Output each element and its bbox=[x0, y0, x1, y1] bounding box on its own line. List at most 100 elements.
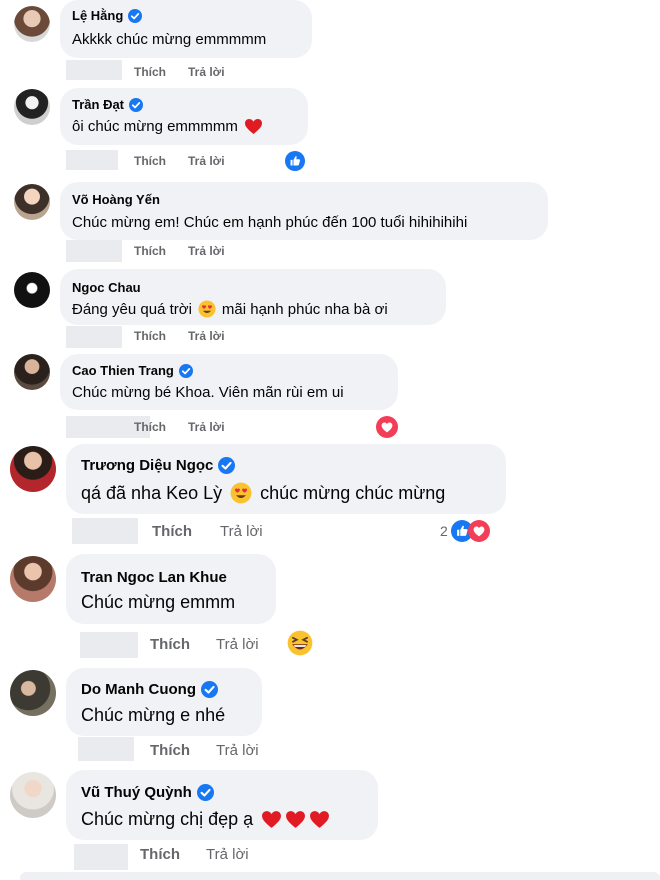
comment-text-before: Đáng yêu quá trời bbox=[72, 300, 192, 318]
avatar[interactable] bbox=[14, 89, 50, 125]
timestamp-placeholder bbox=[66, 326, 122, 348]
next-comment-edge bbox=[20, 872, 660, 880]
reply-button[interactable]: Trả lời bbox=[188, 65, 225, 79]
comment-text-content: Chúc mừng chị đẹp ạ bbox=[81, 809, 254, 829]
timestamp-placeholder bbox=[66, 240, 122, 262]
comment-text: Akkkk chúc mừng emmmmm bbox=[72, 31, 267, 48]
like-button[interactable]: Thích bbox=[134, 154, 166, 168]
comment-7: Tran Ngoc Lan Khue Chúc mừng emmm Thích … bbox=[0, 550, 660, 662]
verified-badge-icon bbox=[201, 681, 218, 698]
timestamp-placeholder bbox=[66, 60, 122, 80]
reply-button[interactable]: Trả lời bbox=[188, 329, 225, 343]
comment-1: Lệ Hằng Akkkk chúc mừng emmmmm Thích Trả… bbox=[0, 0, 660, 88]
commenter-name[interactable]: Trần Đạt bbox=[72, 97, 143, 112]
commenter-name[interactable]: Lệ Hằng bbox=[72, 8, 142, 23]
comment-bubble: Cao Thien Trang Chúc mừng bé Khoa. Viên … bbox=[60, 354, 398, 410]
comment-text: Chúc mừng e nhé bbox=[81, 705, 226, 725]
avatar[interactable] bbox=[10, 670, 56, 716]
heart-emoji-icon bbox=[244, 118, 263, 135]
commenter-name[interactable]: Tran Ngoc Lan Khue bbox=[81, 569, 227, 586]
comment-text: Chúc mừng em! Chúc em hạnh phúc đến 100 … bbox=[72, 214, 468, 231]
comment-2: Trần Đạt ôi chúc mừng emmmmm Thích Trả l… bbox=[0, 88, 660, 178]
avatar[interactable] bbox=[14, 184, 50, 220]
comment-text: Chúc mừng emmm bbox=[81, 592, 236, 612]
avatar[interactable] bbox=[14, 272, 50, 308]
timestamp-placeholder bbox=[66, 150, 118, 170]
like-button[interactable]: Thích bbox=[140, 846, 180, 863]
verified-badge-icon bbox=[128, 9, 142, 23]
reply-button[interactable]: Trả lời bbox=[206, 846, 249, 863]
commenter-name[interactable]: Cao Thien Trang bbox=[72, 363, 193, 378]
commenter-name[interactable]: Võ Hoàng Yến bbox=[72, 192, 160, 207]
comment-bubble: Ngoc Chau Đáng yêu quá trời mãi hạnh phúc… bbox=[60, 269, 446, 325]
comment-text-content: ôi chúc mừng emmmmm bbox=[72, 118, 238, 135]
like-reaction-icon[interactable] bbox=[285, 151, 305, 171]
comment-text-before: qá đã nha Keo Lỳ bbox=[81, 482, 223, 503]
commenter-name[interactable]: Ngoc Chau bbox=[72, 280, 141, 295]
verified-badge-icon bbox=[129, 98, 143, 112]
like-button[interactable]: Thích bbox=[152, 523, 192, 540]
avatar[interactable] bbox=[14, 6, 50, 42]
comment-bubble: Trương Diệu Ngọc qá đã nha Keo Lỳ chúc mừ… bbox=[66, 444, 506, 514]
comment-text: Đáng yêu quá trời mãi hạnh phúc nha bà ơi bbox=[72, 300, 388, 318]
like-button[interactable]: Thích bbox=[134, 420, 166, 434]
comment-text: qá đã nha Keo Lỳ chúc mừng chúc mừng bbox=[81, 482, 445, 504]
verified-badge-icon bbox=[179, 364, 193, 378]
verified-badge-icon bbox=[197, 784, 214, 801]
love-reaction-icon[interactable] bbox=[376, 416, 398, 438]
timestamp-placeholder bbox=[74, 844, 128, 870]
avatar[interactable] bbox=[10, 446, 56, 492]
like-button[interactable]: Thích bbox=[134, 65, 166, 79]
love-reaction-icon bbox=[468, 520, 490, 542]
comment-9: Vũ Thuý Quỳnh Chúc mừng chị đẹp ạ Thích … bbox=[0, 766, 660, 880]
comment-6: Trương Diệu Ngọc qá đã nha Keo Lỳ chúc mừ… bbox=[0, 440, 660, 550]
commenter-name-text: Vũ Thuý Quỳnh bbox=[81, 784, 192, 801]
comment-bubble: Do Manh Cuong Chúc mừng e nhé bbox=[66, 668, 262, 736]
reply-button[interactable]: Trả lời bbox=[216, 636, 259, 653]
reply-button[interactable]: Trả lời bbox=[216, 742, 259, 759]
reply-button[interactable]: Trả lời bbox=[188, 244, 225, 258]
comment-bubble: Lệ Hằng Akkkk chúc mừng emmmmm bbox=[60, 0, 312, 58]
comment-text: Chúc mừng bé Khoa. Viên mãn rùi em ui bbox=[72, 384, 344, 401]
comment-bubble: Tran Ngoc Lan Khue Chúc mừng emmm bbox=[66, 554, 276, 624]
heart-eyes-emoji-icon bbox=[230, 482, 252, 504]
verified-badge-icon bbox=[218, 457, 235, 474]
comment-8: Do Manh Cuong Chúc mừng e nhé Thích Trả … bbox=[0, 662, 660, 766]
avatar[interactable] bbox=[14, 354, 50, 390]
reaction-count: 2 bbox=[440, 523, 448, 539]
reply-button[interactable]: Trả lời bbox=[188, 154, 225, 168]
comment-bubble: Trần Đạt ôi chúc mừng emmmmm bbox=[60, 88, 308, 145]
comment-4: Ngoc Chau Đáng yêu quá trời mãi hạnh phúc… bbox=[0, 266, 660, 350]
heart-emoji-icon bbox=[285, 810, 306, 829]
avatar[interactable] bbox=[10, 772, 56, 818]
heart-eyes-emoji-icon bbox=[198, 300, 216, 318]
commenter-name[interactable]: Do Manh Cuong bbox=[81, 681, 218, 698]
comment-text-after: chúc mừng chúc mừng bbox=[260, 482, 446, 503]
reply-button[interactable]: Trả lời bbox=[220, 523, 263, 540]
reaction-summary[interactable]: 2 bbox=[440, 520, 490, 542]
reply-button[interactable]: Trả lời bbox=[188, 420, 225, 434]
like-button[interactable]: Thích bbox=[134, 244, 166, 258]
commenter-name[interactable]: Vũ Thuý Quỳnh bbox=[81, 784, 214, 801]
like-button[interactable]: Thích bbox=[150, 742, 190, 759]
grinning-squint-emoji-icon[interactable] bbox=[287, 630, 313, 656]
comment-text-after: mãi hạnh phúc nha bà ơi bbox=[221, 300, 388, 318]
commenter-name-text: Do Manh Cuong bbox=[81, 681, 196, 698]
commenter-name-text: Lệ Hằng bbox=[72, 8, 124, 23]
commenter-name[interactable]: Trương Diệu Ngọc bbox=[81, 457, 235, 474]
comment-text: Chúc mừng chị đẹp ạ bbox=[81, 809, 330, 830]
like-button[interactable]: Thích bbox=[150, 636, 190, 653]
commenter-name-text: Trần Đạt bbox=[72, 97, 125, 112]
commenter-name-text: Trương Diệu Ngọc bbox=[81, 457, 214, 474]
like-button[interactable]: Thích bbox=[134, 329, 166, 343]
comment-text: ôi chúc mừng emmmmm bbox=[72, 118, 263, 135]
commenter-name-text: Cao Thien Trang bbox=[72, 363, 174, 378]
comment-5: Cao Thien Trang Chúc mừng bé Khoa. Viên … bbox=[0, 350, 660, 440]
comment-bubble: Võ Hoàng Yến Chúc mừng em! Chúc em hạnh … bbox=[60, 182, 548, 240]
heart-emoji-icon bbox=[261, 810, 282, 829]
comment-3: Võ Hoàng Yến Chúc mừng em! Chúc em hạnh … bbox=[0, 178, 660, 266]
avatar[interactable] bbox=[10, 556, 56, 602]
heart-emoji-icon bbox=[309, 810, 330, 829]
timestamp-placeholder bbox=[78, 737, 134, 761]
timestamp-placeholder bbox=[72, 518, 138, 544]
